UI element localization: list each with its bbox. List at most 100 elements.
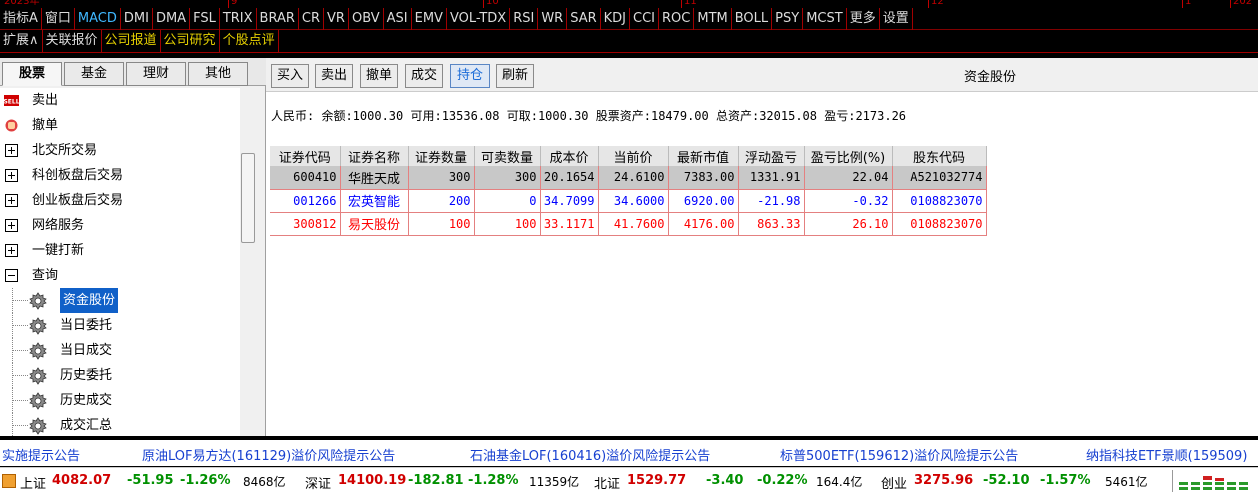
indicator-tab[interactable]: MCST bbox=[803, 7, 847, 30]
indicator-tab[interactable]: VR bbox=[324, 7, 349, 30]
table-row[interactable]: 300812 易天股份 100 100 33.1171 41.7600 4176.00 863… bbox=[270, 212, 987, 236]
tree-subitem[interactable]: 成交汇总 bbox=[0, 413, 240, 436]
scrollbar-thumb[interactable] bbox=[241, 153, 255, 243]
column-header[interactable]: 证券代码 bbox=[270, 146, 341, 166]
tree-item-gem[interactable]: 创业板盘后交易 bbox=[0, 188, 240, 213]
indicator-tab[interactable]: MTM bbox=[694, 7, 732, 30]
tree-guide-line bbox=[12, 375, 28, 376]
tree-item-cancel[interactable]: 撤单 bbox=[0, 113, 240, 138]
tab-wealth[interactable]: 理财 bbox=[126, 62, 186, 86]
expand-icon[interactable] bbox=[5, 244, 18, 257]
indicator-tab[interactable]: RSI bbox=[510, 7, 539, 30]
indicator-tab[interactable]: CCI bbox=[630, 7, 660, 30]
timeline-tick bbox=[1230, 0, 1231, 8]
indicator-tab[interactable]: BRAR bbox=[257, 7, 299, 30]
tree-subitem[interactable]: 当日成交 bbox=[0, 338, 240, 363]
indicator-tab[interactable]: ASI bbox=[384, 7, 412, 30]
extension-bar: 扩展∧ 关联报价 公司报道 公司研究 个股点评 bbox=[0, 30, 1258, 53]
column-header[interactable]: 证券数量 bbox=[408, 146, 475, 166]
extension-tab[interactable]: 关联报价 bbox=[43, 30, 102, 52]
timeline-mark: 12 bbox=[931, 0, 944, 7]
gear-icon bbox=[28, 366, 48, 386]
tree-item-bse[interactable]: 北交所交易 bbox=[0, 138, 240, 163]
column-header[interactable]: 股东代码 bbox=[892, 146, 987, 166]
table-cell: 22.04 bbox=[804, 166, 893, 190]
table-cell: 34.6000 bbox=[598, 189, 669, 213]
table-row[interactable]: 600410 华胜天成 300 300 20.1654 24.6100 7383.00 133… bbox=[270, 166, 987, 190]
extension-tab[interactable]: 个股点评 bbox=[220, 30, 279, 52]
sh-change: -51.95 bbox=[127, 473, 174, 488]
positions-button[interactable]: 持仓 bbox=[450, 64, 490, 88]
indicator-tab[interactable]: WR bbox=[538, 7, 568, 30]
indicator-tab[interactable]: CR bbox=[299, 7, 325, 30]
indicator-tab[interactable]: OBV bbox=[349, 7, 384, 30]
tree-item-network[interactable]: 网络服务 bbox=[0, 213, 240, 238]
tree-item-label: 历史成交 bbox=[60, 393, 113, 408]
tab-other[interactable]: 其他 bbox=[188, 62, 248, 86]
sell-button[interactable]: 卖出 bbox=[315, 64, 353, 88]
indicator-tab[interactable]: PSY bbox=[772, 7, 804, 30]
sz-value: 14100.19 bbox=[338, 473, 407, 488]
table-cell: 100 bbox=[408, 212, 475, 236]
column-header[interactable]: 浮动盈亏 bbox=[738, 146, 805, 166]
extension-tab[interactable]: 公司报道 bbox=[102, 30, 161, 52]
buy-button[interactable]: 买入 bbox=[271, 64, 309, 88]
expand-icon[interactable] bbox=[5, 194, 18, 207]
announcement-link[interactable]: 标普500ETF(159612)溢价风险提示公告 bbox=[780, 445, 1018, 464]
tree-scrollbar[interactable] bbox=[240, 88, 258, 436]
tree-subitem[interactable]: 历史委托 bbox=[0, 363, 240, 388]
deals-button[interactable]: 成交 bbox=[405, 64, 443, 88]
announcement-link[interactable]: 石油基金LOF(160416)溢价风险提示公告 bbox=[470, 445, 710, 464]
announcement-link[interactable]: 原油LOF易方达(161129)溢价风险提示公告 bbox=[142, 445, 395, 464]
column-header[interactable]: 成本价 bbox=[540, 146, 599, 166]
expand-icon[interactable] bbox=[5, 169, 18, 182]
column-header[interactable]: 证券名称 bbox=[340, 146, 409, 166]
indicator-tab[interactable]: 更多 bbox=[847, 7, 880, 30]
tree-subitem[interactable]: 资金股份 bbox=[0, 288, 240, 313]
expand-icon[interactable] bbox=[5, 144, 18, 157]
indicator-tab[interactable]: BOLL bbox=[732, 7, 773, 30]
tab-stock[interactable]: 股票 bbox=[2, 62, 62, 86]
refresh-button[interactable]: 刷新 bbox=[496, 64, 534, 88]
tree-subitem[interactable]: 历史成交 bbox=[0, 388, 240, 413]
indicator-tab[interactable]: FSL bbox=[190, 7, 220, 30]
tab-fund[interactable]: 基金 bbox=[64, 62, 124, 86]
announcement-link[interactable]: 纳指科技ETF景顺(159509) bbox=[1086, 445, 1247, 464]
bz-value: 1529.77 bbox=[627, 473, 687, 488]
tree-item-query[interactable]: 查询 bbox=[0, 263, 240, 288]
table-cell: A521032774 bbox=[892, 166, 987, 190]
indicator-tab[interactable]: ROC bbox=[659, 7, 695, 30]
extension-tab[interactable]: 公司研究 bbox=[161, 30, 220, 52]
main-panel: 买入 卖出 撤单 成交 持仓 刷新 资金股份 人民币: 余额:1000.30 可… bbox=[266, 58, 1258, 436]
mini-bars-icon[interactable] bbox=[1172, 470, 1258, 492]
column-header[interactable]: 可卖数量 bbox=[474, 146, 541, 166]
indicator-tab[interactable]: DMI bbox=[121, 7, 153, 30]
collapse-icon[interactable] bbox=[5, 269, 18, 282]
indicator-tab[interactable]: MACD bbox=[75, 7, 121, 30]
market-icon[interactable] bbox=[2, 474, 16, 488]
announcement-link[interactable]: 实施提示公告 bbox=[2, 445, 80, 464]
cy-change: -52.10 bbox=[983, 473, 1030, 488]
indicator-tab[interactable]: SAR bbox=[567, 7, 601, 30]
column-header[interactable]: 最新市值 bbox=[668, 146, 739, 166]
tree-item-star-market[interactable]: 科创板盘后交易 bbox=[0, 163, 240, 188]
tree-subitem[interactable]: 当日委托 bbox=[0, 313, 240, 338]
indicator-tab[interactable]: DMA bbox=[153, 7, 191, 30]
indicator-tab[interactable]: KDJ bbox=[601, 7, 631, 30]
indicator-tab[interactable]: 窗口 bbox=[42, 7, 75, 30]
table-row[interactable]: 001266 宏英智能 200 0 34.7099 34.6000 6920.00 -21.9… bbox=[270, 189, 987, 213]
tree-item-sell[interactable]: SELL 卖出 bbox=[0, 88, 240, 113]
table-cell: 0 bbox=[474, 189, 541, 213]
column-header[interactable]: 当前价 bbox=[598, 146, 669, 166]
extension-tab[interactable]: 扩展∧ bbox=[0, 30, 43, 52]
tree-item-ipo[interactable]: 一键打新 bbox=[0, 238, 240, 263]
table-cell: 0108823070 bbox=[892, 189, 987, 213]
column-header[interactable]: 盈亏比例(%) bbox=[804, 146, 893, 166]
expand-icon[interactable] bbox=[5, 219, 18, 232]
indicator-tab[interactable]: 设置 bbox=[880, 7, 913, 30]
indicator-tab[interactable]: EMV bbox=[412, 7, 447, 30]
indicator-tab[interactable]: VOL-TDX bbox=[447, 7, 511, 30]
cancel-order-button[interactable]: 撤单 bbox=[360, 64, 398, 88]
indicator-tab[interactable]: TRIX bbox=[220, 7, 257, 30]
indicator-tab[interactable]: 指标A bbox=[0, 7, 42, 30]
